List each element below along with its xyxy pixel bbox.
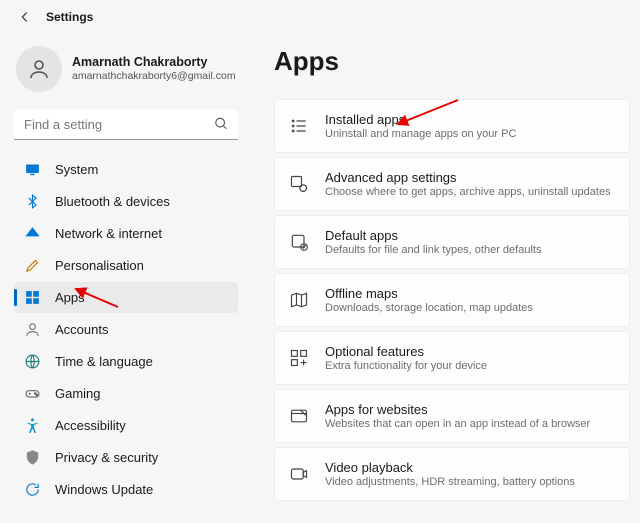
card-title: Installed apps: [325, 112, 516, 127]
apps-icon: [24, 289, 41, 306]
profile-block[interactable]: Amarnath Chakraborty amarnathchakraborty…: [14, 40, 238, 106]
card-video-playback[interactable]: Video playbackVideo adjustments, HDR str…: [274, 447, 630, 501]
sidebar-item-label: System: [55, 162, 98, 177]
card-title: Video playback: [325, 460, 575, 475]
sidebar-item-personalisation[interactable]: Personalisation: [14, 250, 238, 281]
card-subtitle: Downloads, storage location, map updates: [325, 302, 533, 314]
sidebar-item-label: Time & language: [55, 354, 153, 369]
update-icon: [24, 481, 41, 498]
sidebar-item-accessibility[interactable]: Accessibility: [14, 410, 238, 441]
search-field[interactable]: [14, 110, 238, 140]
card-installed-apps[interactable]: Installed appsUninstall and manage apps …: [274, 99, 630, 153]
sidebar-item-label: Apps: [55, 290, 85, 305]
card-advanced-app-settings[interactable]: Advanced app settingsChoose where to get…: [274, 157, 630, 211]
card-title: Offline maps: [325, 286, 533, 301]
sidebar-item-network-internet[interactable]: Network & internet: [14, 218, 238, 249]
globe-icon: [24, 353, 41, 370]
card-offline-maps[interactable]: Offline mapsDownloads, storage location,…: [274, 273, 630, 327]
bluetooth-icon: [24, 193, 41, 210]
sidebar-nav: System Bluetooth & devices Network & inter…: [14, 154, 238, 505]
sidebar-item-label: Bluetooth & devices: [55, 194, 170, 209]
sidebar-item-label: Accessibility: [55, 418, 126, 433]
search-button[interactable]: [210, 113, 232, 138]
sidebar-item-apps[interactable]: Apps: [14, 282, 238, 313]
cards-list: Installed appsUninstall and manage apps …: [274, 99, 630, 501]
sidebar-item-bluetooth-devices[interactable]: Bluetooth & devices: [14, 186, 238, 217]
accessibility-icon: [24, 417, 41, 434]
card-subtitle: Choose where to get apps, archive apps, …: [325, 186, 611, 198]
sidebar-item-time-language[interactable]: Time & language: [14, 346, 238, 377]
monitor-icon: [24, 161, 41, 178]
web-app-icon: [289, 406, 309, 426]
card-title: Apps for websites: [325, 402, 590, 417]
sidebar-item-privacy-security[interactable]: Privacy & security: [14, 442, 238, 473]
brush-icon: [24, 257, 41, 274]
profile-name: Amarnath Chakraborty: [72, 55, 236, 70]
sidebar-item-label: Privacy & security: [55, 450, 158, 465]
person-icon: [24, 321, 41, 338]
plus-grid-icon: [289, 348, 309, 368]
profile-email: amarnathchakraborty6@gmail.com: [72, 70, 236, 83]
sidebar-item-accounts[interactable]: Accounts: [14, 314, 238, 345]
card-apps-for-websites[interactable]: Apps for websitesWebsites that can open …: [274, 389, 630, 443]
sidebar-item-label: Personalisation: [55, 258, 144, 273]
default-icon: [289, 232, 309, 252]
sidebar-item-gaming[interactable]: Gaming: [14, 378, 238, 409]
sidebar-item-label: Network & internet: [55, 226, 162, 241]
sidebar-item-label: Gaming: [55, 386, 101, 401]
gamepad-icon: [24, 385, 41, 402]
video-icon: [289, 464, 309, 484]
shield-icon: [24, 449, 41, 466]
card-default-apps[interactable]: Default appsDefaults for file and link t…: [274, 215, 630, 269]
page-title: Apps: [274, 46, 630, 77]
back-icon[interactable]: [18, 10, 32, 24]
gear-app-icon: [289, 174, 309, 194]
sidebar-item-system[interactable]: System: [14, 154, 238, 185]
search-input[interactable]: [14, 110, 238, 140]
wifi-icon: [24, 225, 41, 242]
card-title: Default apps: [325, 228, 541, 243]
card-title: Optional features: [325, 344, 487, 359]
sidebar-item-label: Accounts: [55, 322, 108, 337]
card-optional-features[interactable]: Optional featuresExtra functionality for…: [274, 331, 630, 385]
sidebar-item-label: Windows Update: [55, 482, 153, 497]
card-subtitle: Uninstall and manage apps on your PC: [325, 128, 516, 140]
card-subtitle: Video adjustments, HDR streaming, batter…: [325, 476, 575, 488]
card-title: Advanced app settings: [325, 170, 611, 185]
card-subtitle: Extra functionality for your device: [325, 360, 487, 372]
sidebar-item-windows-update[interactable]: Windows Update: [14, 474, 238, 505]
card-subtitle: Websites that can open in an app instead…: [325, 418, 590, 430]
map-icon: [289, 290, 309, 310]
avatar: [16, 46, 62, 92]
list-icon: [289, 116, 309, 136]
window-title: Settings: [46, 10, 93, 24]
card-subtitle: Defaults for file and link types, other …: [325, 244, 541, 256]
